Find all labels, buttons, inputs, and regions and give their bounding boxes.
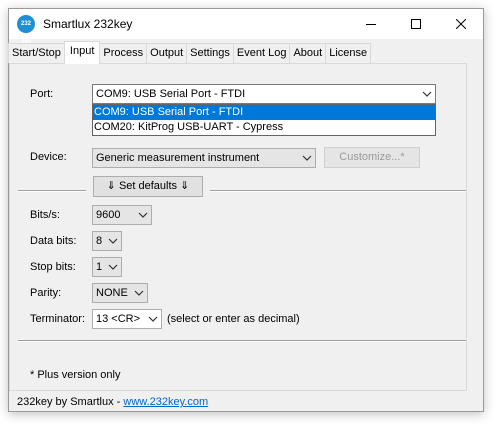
- website-link[interactable]: www.232key.com: [123, 396, 208, 408]
- port-select-value: COM9: USB Serial Port - FTDI: [96, 88, 246, 100]
- tab-settings[interactable]: Settings: [186, 43, 234, 63]
- minimize-button[interactable]: [348, 9, 393, 39]
- set-defaults-button[interactable]: ⇓ Set defaults ⇓: [93, 176, 203, 197]
- tab-process[interactable]: Process: [99, 43, 148, 63]
- customize-button[interactable]: Customize...*: [324, 147, 420, 168]
- tab-license[interactable]: License: [325, 43, 372, 63]
- terminator-value: 13 <CR>: [96, 313, 141, 325]
- chevron-down-icon: [148, 316, 158, 322]
- terminator-combo[interactable]: 13 <CR>: [92, 309, 162, 329]
- stop-bits-select[interactable]: 1: [92, 257, 122, 277]
- bits-per-second-select[interactable]: 9600: [92, 205, 152, 225]
- app-logo-icon: 232 key: [17, 15, 35, 45]
- parity-value: NONE: [96, 287, 128, 299]
- device-label: Device:: [30, 151, 67, 163]
- separator-bottom: [18, 340, 466, 342]
- status-bar: 232key by Smartlux - www.232key.com: [17, 396, 208, 408]
- separator-right: [210, 190, 466, 192]
- tab-start-stop[interactable]: Start/Stop: [8, 43, 65, 63]
- status-prefix: 232key by Smartlux -: [17, 396, 124, 408]
- bits-per-second-value: 9600: [96, 209, 121, 221]
- parity-select[interactable]: NONE: [92, 283, 148, 303]
- chevron-down-icon: [422, 91, 432, 97]
- close-button[interactable]: [438, 9, 483, 39]
- bits-per-second-label: Bits/s:: [30, 209, 60, 221]
- parity-label: Parity:: [30, 287, 62, 299]
- maximize-button[interactable]: [393, 9, 438, 39]
- stop-bits-label: Stop bits:: [30, 261, 76, 273]
- port-label: Port:: [30, 88, 54, 100]
- data-bits-label: Data bits:: [30, 235, 77, 247]
- window-title: Smartlux 232key: [43, 17, 133, 31]
- chevron-down-icon: [108, 238, 118, 244]
- port-dropdown-list: COM9: USB Serial Port - FTDI COM20: KitP…: [92, 104, 436, 136]
- chevron-down-icon: [138, 212, 148, 218]
- maximize-icon: [410, 19, 421, 29]
- chevron-down-icon: [108, 264, 118, 270]
- terminator-label: Terminator:: [30, 313, 86, 325]
- close-icon: [455, 19, 466, 29]
- chevron-down-icon: [134, 290, 144, 296]
- title-bar[interactable]: 232 key Smartlux 232key: [9, 9, 483, 45]
- data-bits-select[interactable]: 8: [92, 231, 122, 251]
- tab-event-log[interactable]: Event Log: [232, 43, 291, 63]
- separator-left: [18, 190, 86, 192]
- tab-about[interactable]: About: [289, 43, 327, 63]
- tab-input[interactable]: Input: [63, 41, 101, 64]
- port-option-com9[interactable]: COM9: USB Serial Port - FTDI: [93, 105, 435, 120]
- minimize-icon: [365, 24, 376, 25]
- tab-output[interactable]: Output: [146, 43, 188, 63]
- port-select[interactable]: COM9: USB Serial Port - FTDI: [92, 84, 436, 104]
- device-select-value: Generic measurement instrument: [96, 152, 260, 164]
- port-option-com20[interactable]: COM20: KitProg USB-UART - Cypress: [93, 120, 435, 135]
- plus-version-note: * Plus version only: [30, 369, 121, 381]
- device-select[interactable]: Generic measurement instrument: [92, 148, 316, 168]
- data-bits-value: 8: [96, 235, 103, 247]
- terminator-hint: (select or enter as decimal): [167, 313, 300, 325]
- tab-strip: Start/Stop Input Process Output Settings…: [8, 41, 372, 64]
- stop-bits-value: 1: [96, 261, 103, 273]
- chevron-down-icon: [302, 155, 312, 161]
